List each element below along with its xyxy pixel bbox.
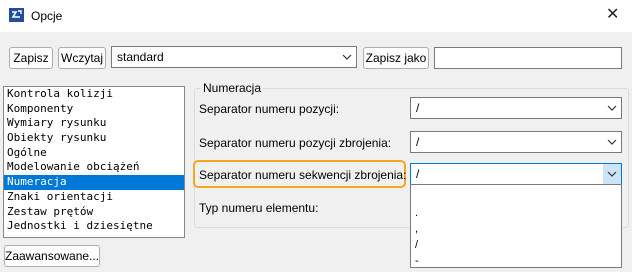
dropdown-option[interactable]: - (411, 253, 621, 269)
sidebar-item[interactable]: Kontrola kolizji (4, 87, 184, 102)
load-button[interactable]: Wczytaj (58, 47, 106, 69)
sidebar-item[interactable]: Komponenty (4, 102, 184, 117)
chevron-down-icon[interactable] (603, 164, 621, 184)
chevron-down-icon[interactable] (338, 47, 356, 67)
save-as-name-input[interactable] (434, 47, 622, 69)
sidebar-item[interactable]: Numeracja (4, 175, 184, 190)
sidebar-item[interactable]: Jednostki i dziesiętne (4, 219, 184, 234)
dropdown-option[interactable]: / (411, 237, 621, 253)
position-separator-combo[interactable]: / (410, 97, 622, 119)
sidebar-item[interactable]: Ogólne (4, 146, 184, 161)
sidebar-item[interactable]: Zestaw prętów (4, 205, 184, 220)
sidebar-item[interactable]: Wymiary rysunku (4, 116, 184, 131)
rebar-sequence-separator-value: / (416, 167, 420, 181)
sidebar-item[interactable]: Modelowanie obciążeń (4, 160, 184, 175)
rebar-sequence-separator-label: Separator numeru sekwencji zbrojenia: (199, 168, 407, 182)
title-bar: Opcje ✕ (0, 0, 632, 32)
sidebar-item[interactable]: Obiekty rysunku (4, 131, 184, 146)
rebar-sequence-separator-combo[interactable]: / (410, 163, 622, 185)
preset-value: standard (117, 50, 164, 64)
category-list[interactable]: Kontrola kolizji Komponenty Wymiary rysunk… (3, 86, 185, 238)
position-separator-value: / (416, 101, 420, 115)
save-as-button[interactable]: Zapisz jako (363, 47, 429, 69)
rebar-position-separator-label: Separator numeru pozycji zbrojenia: (199, 136, 392, 150)
preset-combo[interactable]: standard (111, 46, 357, 68)
app-icon (9, 8, 24, 22)
chevron-down-icon[interactable] (603, 132, 621, 152)
dropdown-option[interactable]: , (411, 221, 621, 237)
window-title: Opcje (31, 9, 63, 23)
element-number-type-label: Typ numeru elementu: (199, 201, 319, 215)
numbering-group-title: Numeracja (201, 81, 264, 95)
position-separator-label: Separator numeru pozycji: (199, 102, 340, 116)
rebar-position-separator-value: / (416, 135, 420, 149)
dropdown-option[interactable]: . (411, 205, 621, 221)
separator-dropdown-list[interactable]: . , / - (410, 184, 622, 268)
close-icon[interactable]: ✕ (606, 7, 619, 23)
sidebar-item[interactable]: Znaki orientacji (4, 190, 184, 205)
advanced-button[interactable]: Zaawansowane... (4, 245, 100, 267)
rebar-position-separator-combo[interactable]: / (410, 131, 622, 153)
chevron-down-icon[interactable] (603, 98, 621, 118)
save-button[interactable]: Zapisz (9, 47, 53, 69)
